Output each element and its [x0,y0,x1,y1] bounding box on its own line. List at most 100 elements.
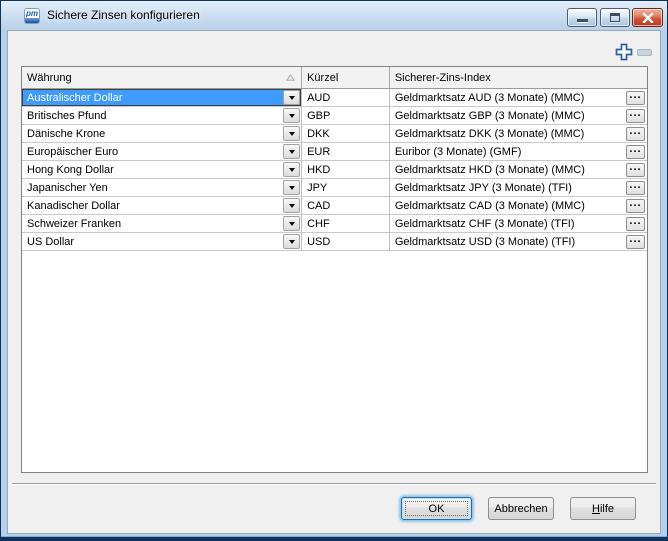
currency-code: CHF [302,215,390,233]
index-value: Geldmarktsatz GBP (3 Monate) (MMC) [390,110,626,122]
separator [12,483,656,485]
table-row: Britisches Pfund GBP Geldmarktsatz GBP (… [22,107,647,125]
dropdown-button[interactable] [283,216,300,231]
column-header-label: Sicherer-Zins-Index [395,72,491,84]
dropdown-button[interactable] [283,180,300,195]
dropdown-button[interactable] [283,90,300,105]
column-header-code[interactable]: Kürzel [302,67,390,88]
app-icon-text: pm [26,9,38,18]
browse-button[interactable]: ... [626,217,645,231]
dropdown-button[interactable] [283,126,300,141]
currency-combobox[interactable]: Hong Kong Dollar [22,161,302,179]
currency-value: Europäischer Euro [22,143,283,160]
index-value: Geldmarktsatz JPY (3 Monate) (TFI) [390,182,626,194]
browse-button[interactable]: ... [626,163,645,177]
dropdown-button[interactable] [283,198,300,213]
cancel-button[interactable]: Abbrechen [488,497,554,520]
chevron-down-icon [289,168,295,172]
minus-icon [637,49,652,56]
maximize-button[interactable] [600,8,630,27]
dropdown-button[interactable] [283,108,300,123]
table-row: Schweizer Franken CHF Geldmarktsatz CHF … [22,215,647,233]
table-header: Währung Kürzel Sicherer-Zins-Index [22,67,647,89]
currency-code: JPY [302,179,390,197]
chevron-down-icon [289,186,295,190]
table-row: Hong Kong Dollar HKD Geldmarktsatz HKD (… [22,161,647,179]
dialog-content: Währung Kürzel Sicherer-Zins-Index Austr… [7,30,661,534]
browse-button[interactable]: ... [626,145,645,159]
table-row: Kanadischer Dollar CAD Geldmarktsatz CAD… [22,197,647,215]
index-value: Geldmarktsatz CAD (3 Monate) (MMC) [390,200,626,212]
browse-button[interactable]: ... [626,127,645,141]
chevron-down-icon [289,96,295,100]
table-row: Europäischer Euro EUR Euribor (3 Monate)… [22,143,647,161]
maximize-icon [610,13,620,22]
titlebar[interactable]: pm Sichere Zinsen konfigurieren [1,1,667,30]
add-row-button[interactable] [614,42,633,61]
index-cell: Geldmarktsatz HKD (3 Monate) (MMC) ... [390,161,647,179]
currency-value: Hong Kong Dollar [22,161,283,178]
app-icon-decoration [25,18,39,23]
table-row: Australischer Dollar AUD Geldmarktsatz A… [22,89,647,107]
table-body: Australischer Dollar AUD Geldmarktsatz A… [22,89,647,472]
index-cell: Geldmarktsatz GBP (3 Monate) (MMC) ... [390,107,647,125]
currency-combobox[interactable]: Kanadischer Dollar [22,197,302,215]
column-header-label: Kürzel [307,72,338,84]
browse-button[interactable]: ... [626,235,645,249]
currency-code: EUR [302,143,390,161]
table-row: US Dollar USD Geldmarktsatz USD (3 Monat… [22,233,647,251]
browse-button[interactable]: ... [626,199,645,213]
window-bottom-frame [1,536,667,540]
chevron-down-icon [289,150,295,154]
index-cell: Euribor (3 Monate) (GMF) ... [390,143,647,161]
index-cell: Geldmarktsatz CAD (3 Monate) (MMC) ... [390,197,647,215]
minimize-button[interactable] [567,8,597,27]
index-cell: Geldmarktsatz USD (3 Monate) (TFI) ... [390,233,647,251]
currency-combobox[interactable]: US Dollar [22,233,302,251]
currency-value: US Dollar [22,233,283,250]
close-button[interactable] [632,8,663,27]
currency-combobox[interactable]: Dänische Krone [22,125,302,143]
index-value: Geldmarktsatz USD (3 Monate) (TFI) [390,236,626,248]
column-header-label: Währung [27,72,72,84]
column-header-index[interactable]: Sicherer-Zins-Index [390,67,647,88]
browse-button[interactable]: ... [626,109,645,123]
table-row: Japanischer Yen JPY Geldmarktsatz JPY (3… [22,179,647,197]
currency-code: CAD [302,197,390,215]
browse-button[interactable]: ... [626,91,645,105]
index-value: Geldmarktsatz CHF (3 Monate) (TFI) [390,218,626,230]
index-value: Geldmarktsatz HKD (3 Monate) (MMC) [390,164,626,176]
currency-combobox[interactable]: Australischer Dollar [22,89,302,107]
sort-ascending-icon [286,74,295,81]
index-cell: Geldmarktsatz JPY (3 Monate) (TFI) ... [390,179,647,197]
currency-code: DKK [302,125,390,143]
dropdown-button[interactable] [283,234,300,249]
table-row: Dänische Krone DKK Geldmarktsatz DKK (3 … [22,125,647,143]
currency-value: Schweizer Franken [22,215,283,232]
dropdown-button[interactable] [283,144,300,159]
currency-code: HKD [302,161,390,179]
currency-combobox[interactable]: Britisches Pfund [22,107,302,125]
help-label-rest: ilfe [600,503,614,515]
window-title: Sichere Zinsen konfigurieren [47,1,200,30]
help-button[interactable]: Hilfe [570,497,636,520]
app-icon: pm [24,8,40,24]
currency-combobox[interactable]: Schweizer Franken [22,215,302,233]
currency-combobox[interactable]: Europäischer Euro [22,143,302,161]
chevron-down-icon [289,132,295,136]
browse-button[interactable]: ... [626,181,645,195]
column-header-currency[interactable]: Währung [22,67,302,88]
chevron-down-icon [289,222,295,226]
dropdown-button[interactable] [283,162,300,177]
currency-value: Australischer Dollar [22,89,283,106]
help-accelerator: H [592,503,600,515]
chevron-down-icon [289,204,295,208]
remove-row-button[interactable] [636,48,653,57]
plus-icon [615,43,633,61]
index-value: Euribor (3 Monate) (GMF) [390,146,626,158]
chevron-down-icon [289,114,295,118]
currency-combobox[interactable]: Japanischer Yen [22,179,302,197]
currency-value: Kanadischer Dollar [22,197,283,214]
currency-code: USD [302,233,390,251]
ok-button[interactable]: OK [401,497,472,520]
